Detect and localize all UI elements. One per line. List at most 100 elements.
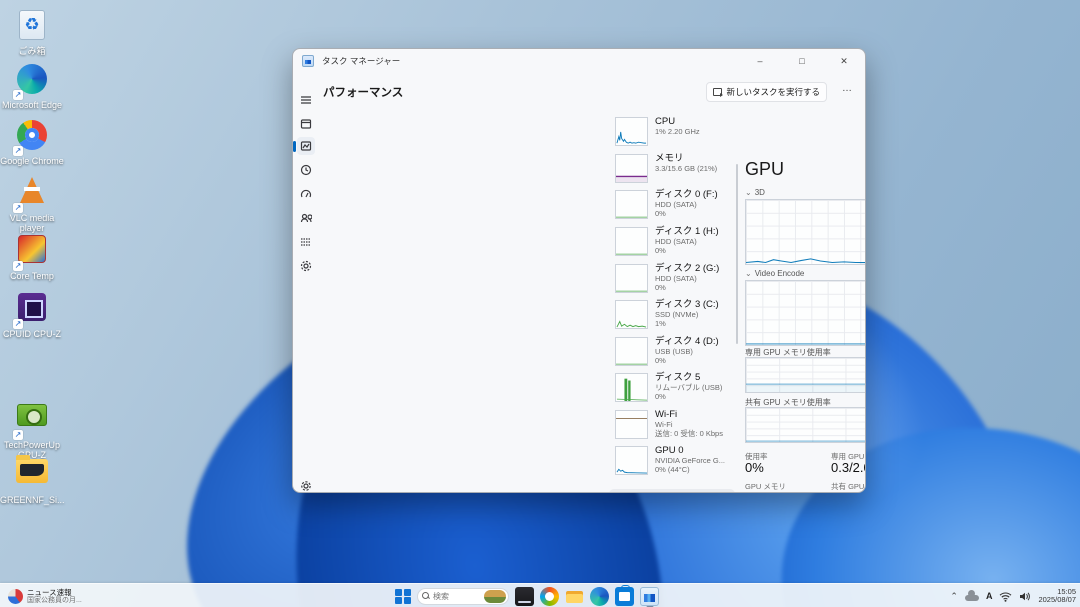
page-title: パフォーマンス	[323, 84, 403, 100]
task-manager-window: タスク マネージャー – □ ✕ パフォーマンス 新しいタスクを実行する …	[292, 48, 866, 493]
title-bar[interactable]: タスク マネージャー – □ ✕	[293, 49, 865, 73]
chart-3d-header[interactable]: ⌄3D	[745, 188, 765, 197]
nav-services[interactable]	[297, 257, 315, 275]
nav-settings[interactable]	[297, 477, 315, 493]
chart-video-encode-header[interactable]: ⌄Video Encode	[745, 269, 804, 278]
desktop-icon-gpuz[interactable]: ↗ TechPowerUp GPU-Z	[0, 398, 64, 460]
services-icon	[300, 260, 312, 272]
more-options-button[interactable]: …	[842, 83, 853, 94]
desktop-icon-core-temp[interactable]: ↗ Core Temp	[0, 232, 64, 281]
gpuz-icon	[17, 404, 47, 426]
volume-icon[interactable]	[1019, 591, 1031, 602]
search-box[interactable]	[417, 588, 509, 605]
sidebar-item-cpu[interactable]: CPU1% 2.20 GHz	[615, 116, 733, 150]
nav-selected-accent	[293, 141, 296, 152]
shortcut-arrow-icon: ↗	[13, 261, 23, 271]
users-icon	[300, 212, 312, 224]
sidebar-item-wifi[interactable]: Wi-FiWi-Fi送信: 0 受信: 0 Kbps	[615, 409, 733, 443]
close-button[interactable]: ✕	[823, 49, 865, 73]
maximize-button[interactable]: □	[781, 49, 823, 73]
sidebar-item-disk3[interactable]: ディスク 3 (C:)SSD (NVMe)1%	[615, 299, 733, 333]
nav-performance[interactable]	[297, 137, 315, 155]
cloud-icon[interactable]	[965, 592, 979, 601]
disk1-mini-chart	[615, 227, 648, 256]
tray-date: 2025/08/07	[1038, 596, 1076, 605]
sidebar-item-disk0[interactable]: ディスク 0 (F:)HDD (SATA)0%	[615, 189, 733, 223]
chart-video-encode	[745, 280, 866, 346]
widgets-button[interactable]: ニュース速報 国家公務員の月...	[4, 586, 86, 606]
nav-details[interactable]	[297, 233, 315, 251]
task-manager-taskbar-icon[interactable]	[640, 587, 659, 606]
run-new-task-button[interactable]: 新しいタスクを実行する	[706, 82, 827, 102]
shortcut-arrow-icon: ↗	[13, 146, 23, 156]
widget-headline: ニュース速報	[27, 588, 82, 597]
icon-label: Microsoft Edge	[0, 100, 64, 110]
wifi-icon[interactable]	[999, 591, 1012, 602]
disk2-mini-chart	[615, 264, 648, 293]
icon-label: CPUID CPU-Z	[0, 329, 64, 339]
shortcut-arrow-icon: ↗	[13, 203, 23, 213]
sidebar-item-disk2[interactable]: ディスク 2 (G:)HDD (SATA)0%	[615, 263, 733, 297]
edge-taskbar-icon[interactable]	[590, 587, 609, 606]
microsoft-store-icon[interactable]	[615, 587, 634, 606]
nav-rail	[293, 79, 319, 493]
startup-gauge-icon	[300, 188, 312, 200]
icon-label: Core Temp	[0, 271, 64, 281]
task-manager-app-icon	[302, 55, 314, 67]
sidebar-scrollbar[interactable]	[736, 164, 738, 344]
chart-3d	[745, 199, 866, 265]
pinned-dark-app-icon[interactable]	[515, 587, 534, 606]
run-task-icon	[713, 88, 722, 96]
desktop-icon-recycle-bin[interactable]: ♻ ごみ箱	[0, 8, 64, 56]
sidebar-item-disk1[interactable]: ディスク 1 (H:)HDD (SATA)0%	[615, 226, 733, 260]
history-clock-icon	[300, 164, 312, 176]
icon-label: ごみ箱	[0, 46, 64, 56]
shortcut-arrow-icon: ↗	[13, 430, 23, 440]
wifi-mini-chart	[615, 410, 648, 439]
gpu-mini-chart	[615, 446, 648, 475]
search-input[interactable]	[433, 592, 485, 601]
desktop-icon-folder[interactable]: GREENNF_Si...	[0, 454, 64, 505]
desktop-icon-cpuz[interactable]: ↗ CPUID CPU-Z	[0, 290, 64, 339]
icon-label: VLC media player	[0, 213, 64, 233]
widget-subline: 国家公務員の月...	[27, 597, 82, 605]
chevron-down-icon: ⌄	[745, 188, 752, 197]
processes-icon	[300, 118, 312, 130]
nav-users[interactable]	[297, 209, 315, 227]
settings-gear-icon	[300, 480, 312, 492]
sidebar-item-memory[interactable]: メモリ3.3/15.6 GB (21%)	[615, 153, 733, 187]
recycle-bin-icon: ♻	[19, 10, 45, 40]
nav-processes[interactable]	[297, 115, 315, 133]
sidebar-item-disk4[interactable]: ディスク 4 (D:)USB (USB)0%	[615, 336, 733, 370]
nav-hamburger[interactable]	[297, 91, 315, 109]
tray-overflow-chevron-icon[interactable]: ⌃	[950, 591, 958, 602]
start-button[interactable]	[394, 588, 411, 605]
sidebar-item-disk5[interactable]: ディスク 5リムーバブル (USB)0%	[615, 372, 733, 406]
file-explorer-icon[interactable]	[565, 587, 584, 606]
stat-gpumem-value: 0.4/9.9 GB	[745, 490, 807, 493]
desktop-icon-vlc[interactable]: ↗ VLC media player	[0, 174, 64, 233]
nav-app-history[interactable]	[297, 161, 315, 179]
sidebar-item-gpu0[interactable]: GPU 0NVIDIA GeForce G...0% (44°C)	[615, 445, 733, 479]
desktop: ♻ ごみ箱 ↗ Microsoft Edge ↗ Google Chrome ↗…	[0, 0, 1080, 607]
desktop-icon-chrome[interactable]: ↗ Google Chrome	[0, 118, 64, 166]
sidebar-selection-highlight	[609, 489, 735, 493]
hamburger-icon	[300, 94, 312, 106]
nav-startup-apps[interactable]	[297, 185, 315, 203]
disk3-mini-chart	[615, 300, 648, 329]
gpu-title: GPU	[745, 159, 784, 180]
taskbar: ニュース速報 国家公務員の月... ⌃ A 15:	[0, 583, 1080, 607]
vlc-icon	[20, 177, 44, 203]
icon-label: GREENNF_Si...	[0, 495, 64, 505]
icon-label: Google Chrome	[0, 156, 64, 166]
minimize-button[interactable]: –	[739, 49, 781, 73]
shortcut-arrow-icon: ↗	[13, 90, 23, 100]
desktop-icon-edge[interactable]: ↗ Microsoft Edge	[0, 62, 64, 110]
cpuz-icon	[18, 293, 46, 321]
dedicated-memory-chart	[745, 357, 866, 393]
ime-mode-indicator[interactable]: A	[986, 591, 993, 601]
stat-dedicated-value: 0.3/2.0 GB	[831, 460, 866, 475]
copilot-icon[interactable]	[540, 587, 559, 606]
details-list-icon	[300, 236, 312, 248]
clock[interactable]: 15:05 2025/08/07	[1038, 588, 1076, 605]
